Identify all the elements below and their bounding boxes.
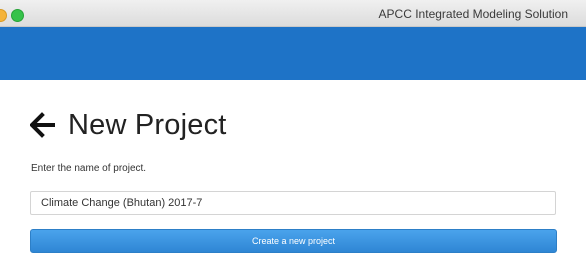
create-project-button[interactable]: Create a new project: [30, 229, 557, 253]
app-header-banner: [0, 27, 586, 80]
page-title-text: New Project: [68, 108, 227, 141]
project-name-prompt: Enter the name of project.: [31, 163, 147, 174]
page-title: New Project: [30, 107, 227, 143]
minimize-window-button[interactable]: [0, 9, 7, 22]
window-titlebar: APCC Integrated Modeling Solution: [0, 0, 586, 27]
window-title: APCC Integrated Modeling Solution: [378, 7, 568, 21]
app-window: APCC Integrated Modeling Solution New Pr…: [0, 0, 586, 264]
zoom-window-button[interactable]: [11, 9, 24, 22]
project-name-input[interactable]: [30, 191, 556, 215]
arrow-left-icon[interactable]: [30, 112, 56, 138]
